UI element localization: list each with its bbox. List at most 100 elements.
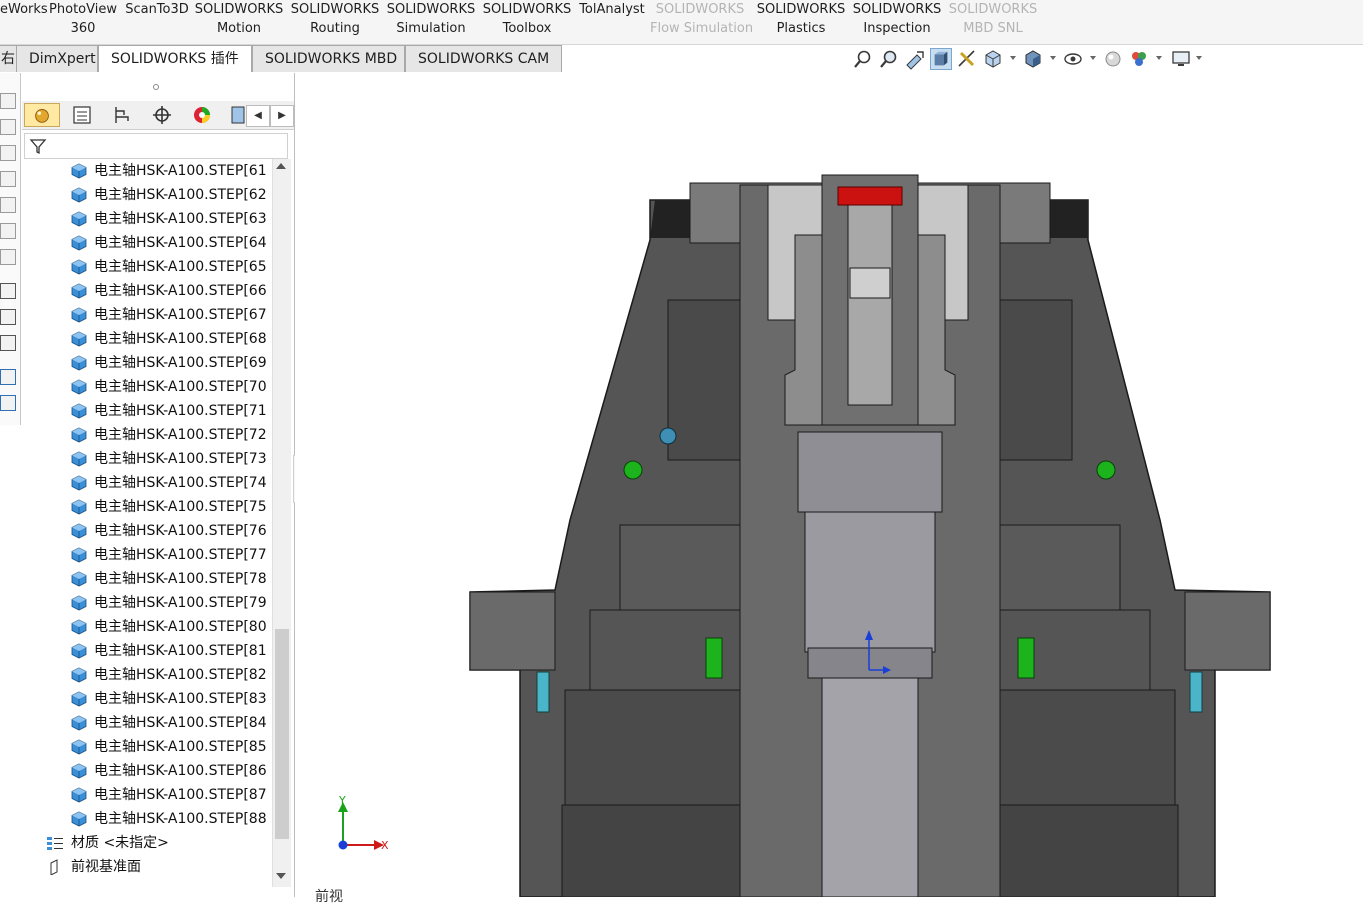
tab-dimxpert[interactable]: DimXpert xyxy=(16,45,98,72)
tree-item-part[interactable]: 电主轴HSK-A100.STEP[68 xyxy=(22,327,272,351)
tree-item-part[interactable]: 电主轴HSK-A100.STEP[88 xyxy=(22,807,272,831)
tree-item-part[interactable]: 电主轴HSK-A100.STEP[78 xyxy=(22,567,272,591)
green-port-right xyxy=(1096,460,1116,480)
tree-item-part[interactable]: 电主轴HSK-A100.STEP[77 xyxy=(22,543,272,567)
section-view-icon[interactable] xyxy=(930,48,952,70)
tree-item-label: 电主轴HSK-A100.STEP[81 xyxy=(94,643,267,659)
display-style-icon[interactable] xyxy=(1022,48,1044,70)
ribbon-item-routing[interactable]: SOLIDWORKS Routing xyxy=(290,0,380,38)
tree-item-part[interactable]: 电主轴HSK-A100.STEP[62 xyxy=(22,183,272,207)
ribbon-item-inspection[interactable]: SOLIDWORKS Inspection xyxy=(852,0,942,38)
tab-scroll-left-button[interactable]: ◀ xyxy=(246,105,270,127)
tree-item-part[interactable]: 电主轴HSK-A100.STEP[84 xyxy=(22,711,272,735)
view-orientation-icon[interactable] xyxy=(982,48,1004,70)
tree-item-part[interactable]: 电主轴HSK-A100.STEP[80 xyxy=(22,615,272,639)
tree-item-part[interactable]: 电主轴HSK-A100.STEP[67 xyxy=(22,303,272,327)
tab-solidworks-cam[interactable]: SOLIDWORKS CAM xyxy=(405,45,562,72)
scrollbar-thumb[interactable] xyxy=(275,629,289,839)
spindle-section-model: Y X xyxy=(338,174,1271,897)
shaft-upper xyxy=(797,431,943,513)
ribbon-item-mbd-snl[interactable]: SOLIDWORKS MBD SNL xyxy=(948,0,1038,38)
tree-item-part[interactable]: 电主轴HSK-A100.STEP[73 xyxy=(22,447,272,471)
display-style-dropdown-icon[interactable] xyxy=(1050,56,1056,60)
part-icon xyxy=(71,379,87,395)
ribbon-item-line1: SOLIDWORKS xyxy=(655,2,745,17)
tree-item-part[interactable]: 电主轴HSK-A100.STEP[64 xyxy=(22,231,272,255)
tree-item-part[interactable]: 电主轴HSK-A100.STEP[66 xyxy=(22,279,272,303)
view-settings-dropdown-icon[interactable] xyxy=(1196,56,1202,60)
ribbon-item-toolbox[interactable]: SOLIDWORKS Toolbox xyxy=(482,0,572,38)
ribbon-item-plastics[interactable]: SOLIDWORKS Plastics xyxy=(756,0,846,38)
tool-strip-icon[interactable] xyxy=(0,119,16,135)
tree-item-part[interactable]: 电主轴HSK-A100.STEP[82 xyxy=(22,663,272,687)
tool-strip-icon[interactable] xyxy=(0,395,16,411)
tool-strip-icon[interactable] xyxy=(0,369,16,385)
flange-right xyxy=(1184,591,1271,671)
view-settings-icon[interactable] xyxy=(1170,48,1192,70)
tree-item-part[interactable]: 电主轴HSK-A100.STEP[71 xyxy=(22,399,272,423)
tree-filter-field[interactable] xyxy=(24,133,288,159)
ribbon-item-photoview[interactable]: PhotoView 360 xyxy=(47,0,119,38)
scroll-up-icon[interactable] xyxy=(276,163,286,169)
property-manager-icon[interactable] xyxy=(64,103,100,127)
previous-view-icon[interactable] xyxy=(904,48,926,70)
tree-item-part[interactable]: 电主轴HSK-A100.STEP[86 xyxy=(22,759,272,783)
tool-strip-icon[interactable] xyxy=(0,309,16,325)
apply-scene-icon[interactable] xyxy=(1128,48,1150,70)
tree-item-part[interactable]: 电主轴HSK-A100.STEP[70 xyxy=(22,375,272,399)
zoom-to-fit-icon[interactable] xyxy=(852,48,874,70)
configuration-manager-icon[interactable] xyxy=(104,103,140,127)
tool-strip-icon[interactable] xyxy=(0,197,16,213)
tool-strip-icon[interactable] xyxy=(0,335,16,351)
tree-item-part[interactable]: 电主轴HSK-A100.STEP[63 xyxy=(22,207,272,231)
panel-collapse-handle-icon[interactable] xyxy=(150,81,162,93)
view-orientation-dropdown-icon[interactable] xyxy=(1010,56,1016,60)
tree-item-part[interactable]: 电主轴HSK-A100.STEP[72 xyxy=(22,423,272,447)
tree-item-part[interactable]: 电主轴HSK-A100.STEP[79 xyxy=(22,591,272,615)
ribbon-item-tolanalyst[interactable]: TolAnalyst xyxy=(578,0,646,19)
edit-appearance-icon[interactable] xyxy=(1102,48,1124,70)
graphics-area[interactable]: Y X xyxy=(295,73,1363,897)
tool-strip-icon[interactable] xyxy=(0,171,16,187)
tab-right[interactable]: 右 xyxy=(0,45,17,72)
tree-item-material[interactable]: 材质 <未指定> xyxy=(22,831,272,855)
dynamic-annotation-icon[interactable] xyxy=(956,48,978,70)
dimxpert-manager-icon[interactable] xyxy=(144,103,180,127)
ribbon-item-flow-simulation[interactable]: SOLIDWORKS Flow Simulation xyxy=(650,0,753,38)
tree-item-part[interactable]: 电主轴HSK-A100.STEP[69 xyxy=(22,351,272,375)
tree-scrollbar[interactable] xyxy=(272,159,291,887)
ribbon-item-eworks[interactable]: eWorks xyxy=(0,0,48,19)
display-manager-icon[interactable] xyxy=(184,103,220,127)
hide-show-dropdown-icon[interactable] xyxy=(1090,56,1096,60)
tree-item-part[interactable]: 电主轴HSK-A100.STEP[61 xyxy=(22,159,272,183)
tab-solidworks-mbd[interactable]: SOLIDWORKS MBD xyxy=(252,45,405,72)
tool-strip-icon[interactable] xyxy=(0,223,16,239)
ribbon-item-line2: MBD SNL xyxy=(963,21,1023,36)
tree-item-part[interactable]: 电主轴HSK-A100.STEP[81 xyxy=(22,639,272,663)
apply-scene-dropdown-icon[interactable] xyxy=(1156,56,1162,60)
tool-strip-icon[interactable] xyxy=(0,283,16,299)
tool-strip-icon[interactable] xyxy=(0,93,16,109)
tree-item-front-plane[interactable]: 前视基准面 xyxy=(22,855,272,879)
ribbon-item-simulation[interactable]: SOLIDWORKS Simulation xyxy=(386,0,476,38)
ribbon-item-scanto3d[interactable]: ScanTo3D xyxy=(124,0,190,19)
part-icon xyxy=(71,283,87,299)
tree-item-part[interactable]: 电主轴HSK-A100.STEP[76 xyxy=(22,519,272,543)
ribbon-item-motion[interactable]: SOLIDWORKS Motion xyxy=(194,0,284,38)
tool-strip-icon[interactable] xyxy=(0,249,16,265)
drawbar-nut xyxy=(849,267,891,299)
hide-show-items-icon[interactable] xyxy=(1062,48,1084,70)
tree-item-part[interactable]: 电主轴HSK-A100.STEP[75 xyxy=(22,495,272,519)
tree-item-part[interactable]: 电主轴HSK-A100.STEP[65 xyxy=(22,255,272,279)
tree-item-part[interactable]: 电主轴HSK-A100.STEP[83 xyxy=(22,687,272,711)
scroll-down-icon[interactable] xyxy=(276,873,286,879)
tab-solidworks-addins[interactable]: SOLIDWORKS 插件 xyxy=(98,45,252,72)
tree-item-part[interactable]: 电主轴HSK-A100.STEP[74 xyxy=(22,471,272,495)
tree-item-part[interactable]: 电主轴HSK-A100.STEP[85 xyxy=(22,735,272,759)
tool-strip-icon[interactable] xyxy=(0,145,16,161)
tree-item-part[interactable]: 电主轴HSK-A100.STEP[87 xyxy=(22,783,272,807)
feature-manager-icon[interactable] xyxy=(24,103,60,127)
tree-item-label: 电主轴HSK-A100.STEP[77 xyxy=(94,547,267,563)
zoom-area-icon[interactable] xyxy=(878,48,900,70)
tab-scroll-right-button[interactable]: ▶ xyxy=(270,105,294,127)
